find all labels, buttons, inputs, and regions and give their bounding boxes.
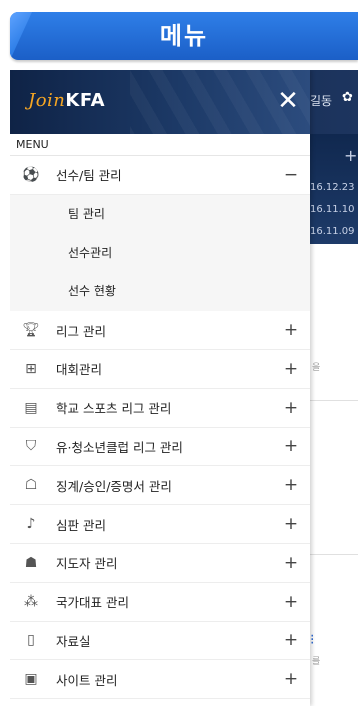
join-kfa-logo[interactable]: JoinKFA (28, 90, 105, 111)
menu-item-label: 징계/승인/증명서 관리 (56, 478, 172, 494)
menu-item-school-league[interactable]: ▤ 학교 스포츠 리그 관리 + (10, 389, 310, 428)
background-accent-mark: ⁝ (310, 632, 315, 648)
submenu-item-player[interactable]: 선수관리 (10, 234, 310, 273)
expand-toggle-icon[interactable]: + (278, 436, 304, 456)
background-text: 를 (312, 657, 321, 667)
menu-banner: 메뉴 (10, 12, 358, 60)
stamp-icon: ☖ (24, 477, 38, 494)
side-drawer: JoinKFA ✕ MENU ⚽ 선수/팀 관리 − 팀 관리 선수관리 선수 … (10, 70, 310, 706)
menu-item-label: 대회관리 (56, 362, 103, 378)
logo-join-text: Join (28, 90, 66, 111)
background-plus-icon[interactable]: + (344, 146, 357, 165)
menu-item-label: 선수/팀 관리 (56, 168, 122, 184)
expand-toggle-icon[interactable]: + (278, 592, 304, 612)
background-content (310, 244, 358, 706)
submenu-player-team: 팀 관리 선수관리 선수 현황 (10, 194, 310, 312)
expand-toggle-icon[interactable]: + (278, 398, 304, 418)
expand-toggle-icon[interactable]: + (278, 514, 304, 534)
background-user-name: 길동 (310, 94, 333, 108)
collapse-toggle-icon[interactable]: − (278, 165, 304, 185)
trophy-icon: 🏆︎ (22, 322, 40, 339)
drawer-header: JoinKFA ✕ (10, 70, 310, 134)
background-text: 을 (312, 363, 321, 373)
menu-item-label: 심판 관리 (56, 517, 106, 533)
background-divider (310, 400, 358, 401)
submenu-item-player-status[interactable]: 선수 현황 (10, 272, 310, 311)
menu-item-league[interactable]: 🏆︎ 리그 관리 + (10, 311, 310, 350)
national-team-icon: ⁂ (24, 593, 38, 610)
whistle-icon: ♪ (26, 516, 36, 533)
menu-caption: MENU (10, 134, 310, 156)
menu-item-national-team[interactable]: ⁂ 국가대표 관리 + (10, 583, 310, 622)
menu-item-site-admin[interactable]: ▣ 사이트 관리 + (10, 660, 310, 700)
menu-item-coach[interactable]: ☗ 지도자 관리 + (10, 544, 310, 583)
background-date: 16.11.10 (310, 204, 355, 215)
expand-toggle-icon[interactable]: + (278, 320, 304, 340)
jersey-icon: ⛉ (25, 438, 37, 455)
phone-screen: 길동 ✿ + 16.12.23 16.11.10 16.11.09 을 ⁝ 를 … (10, 70, 358, 706)
site-icon: ▣ (24, 671, 38, 688)
menu-item-label: 리그 관리 (56, 323, 106, 339)
background-date: 16.11.09 (310, 226, 355, 237)
menu-list: ⚽ 선수/팀 관리 − 팀 관리 선수관리 선수 현황 🏆︎ 리그 관리 + ⊞… (10, 156, 310, 700)
background-date: 16.12.23 (310, 182, 355, 193)
expand-toggle-icon[interactable]: + (278, 669, 304, 689)
close-icon[interactable]: ✕ (272, 86, 304, 118)
expand-toggle-icon[interactable]: + (278, 359, 304, 379)
menu-item-player-team[interactable]: ⚽ 선수/팀 관리 − (10, 156, 310, 195)
field-icon: ⊞ (25, 360, 37, 377)
menu-item-label: 사이트 관리 (56, 672, 118, 688)
menu-item-label: 지도자 관리 (56, 556, 118, 572)
expand-toggle-icon[interactable]: + (278, 475, 304, 495)
background-divider (310, 554, 358, 555)
coach-icon: ☗ (24, 554, 38, 571)
menu-item-label: 국가대표 관리 (56, 595, 129, 611)
menu-item-archive[interactable]: ▯ 자료실 + (10, 622, 310, 661)
soccer-ball-icon: ⚽ (22, 166, 40, 183)
menu-item-label: 유·청소년클럽 리그 관리 (56, 439, 183, 455)
expand-toggle-icon[interactable]: + (278, 553, 304, 573)
menu-item-referee[interactable]: ♪ 심판 관리 + (10, 505, 310, 544)
document-icon: ▯ (27, 632, 35, 649)
school-building-icon: ▤ (24, 399, 38, 416)
logo-kfa-text: KFA (65, 90, 106, 111)
banner-title: 메뉴 (159, 22, 209, 50)
menu-item-discipline[interactable]: ☖ 징계/승인/증명서 관리 + (10, 466, 310, 506)
menu-item-competition[interactable]: ⊞ 대회관리 + (10, 350, 310, 389)
menu-item-youth-club-league[interactable]: ⛉ 유·청소년클럽 리그 관리 + (10, 428, 310, 467)
menu-item-label: 자료실 (56, 633, 91, 649)
submenu-item-team[interactable]: 팀 관리 (10, 195, 310, 234)
menu-item-label: 학교 스포츠 리그 관리 (56, 401, 172, 417)
expand-toggle-icon[interactable]: + (278, 630, 304, 650)
gear-icon[interactable]: ✿ (342, 90, 353, 105)
